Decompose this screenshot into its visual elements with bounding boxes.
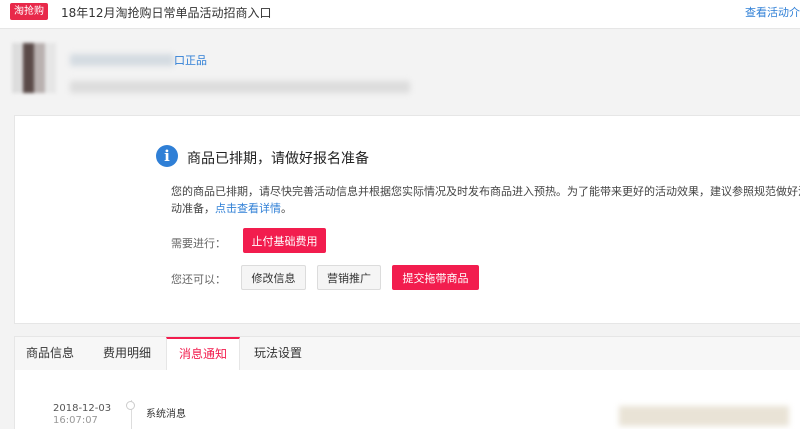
- product-thumbnail: [12, 43, 56, 93]
- view-details-link[interactable]: 点击查看详情: [215, 202, 281, 215]
- product-meta-blur: [70, 81, 410, 93]
- status-description: 您的商品已排期，请尽快完善活动信息并根据您实际情况及时发布商品进入预热。为了能带…: [171, 183, 800, 217]
- also-label: 您还可以：: [171, 273, 226, 286]
- product-header: 口正品: [0, 29, 800, 112]
- info-icon: i: [156, 145, 178, 167]
- message-type: 系统消息: [146, 409, 186, 420]
- message-date: 2018-12-03: [53, 403, 112, 414]
- tab-product-info[interactable]: 商品信息: [15, 337, 85, 370]
- description-period: 。: [281, 202, 292, 215]
- message-time: 16:07:07: [53, 415, 98, 426]
- tab-gameplay-settings[interactable]: 玩法设置: [243, 337, 313, 370]
- status-title: 商品已排期，请做好报名准备: [187, 151, 369, 167]
- activity-title: 18年12月淘抢购日常单品活动招商入口: [61, 6, 272, 20]
- activity-badge: 淘抢购: [10, 3, 48, 20]
- timeline-dot: [126, 401, 135, 410]
- page: 淘抢购 18年12月淘抢购日常单品活动招商入口 查看活动介 口正品 i 商品已排…: [0, 0, 800, 429]
- product-link[interactable]: 口正品: [174, 52, 207, 68]
- tab-notifications[interactable]: 消息通知: [166, 337, 240, 370]
- detail-tabs: 商品信息 费用明细 消息通知 玩法设置: [14, 336, 800, 371]
- pay-base-fee-button[interactable]: 止付基础费用: [243, 228, 326, 253]
- status-panel: i 商品已排期，请做好报名准备 您的商品已排期，请尽快完善活动信息并根据您实际情…: [14, 115, 800, 324]
- product-name-blur: [70, 54, 174, 66]
- submit-linked-product-button[interactable]: 提交拖带商品: [392, 265, 479, 290]
- modify-info-button[interactable]: 修改信息: [241, 265, 306, 290]
- need-label: 需要进行：: [171, 237, 226, 250]
- marketing-button[interactable]: 营销推广: [317, 265, 381, 290]
- top-bar: 淘抢购 18年12月淘抢购日常单品活动招商入口 查看活动介: [0, 0, 800, 29]
- view-activity-link[interactable]: 查看活动介: [745, 4, 800, 20]
- message-content-blur: [619, 406, 789, 426]
- message-list: 2018-12-03 16:07:07 系统消息: [14, 370, 800, 429]
- tab-fee-details[interactable]: 费用明细: [90, 337, 164, 370]
